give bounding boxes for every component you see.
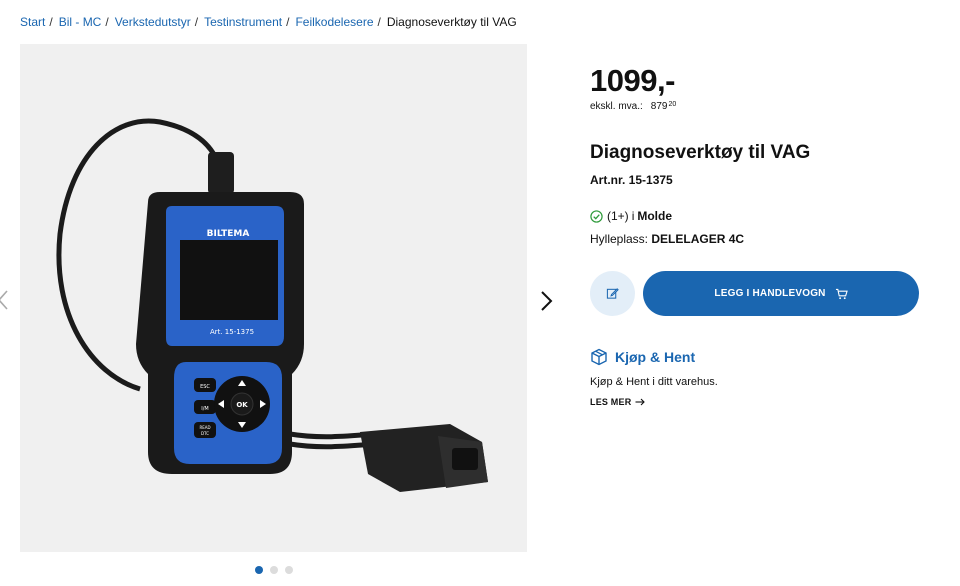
- breadcrumb-link-bil-mc[interactable]: Bil - MC: [59, 15, 102, 29]
- stock-status: (1+) i Molde: [590, 209, 930, 223]
- shelf-label: Hylleplass:: [590, 232, 649, 246]
- breadcrumb-link-feilkodelesere[interactable]: Feilkodelesere: [295, 15, 373, 29]
- purchase-actions: LEGG I HANDLEVOGN: [590, 271, 919, 316]
- read-more-link[interactable]: LES MER: [590, 397, 930, 407]
- device-esc-label: ESC: [200, 384, 210, 390]
- click-and-collect-description: Kjøp & Hent i ditt varehus.: [590, 376, 718, 388]
- gallery-pagination: [255, 566, 293, 574]
- shopping-cart-icon: [835, 288, 848, 299]
- device-dtc-label: DTC: [201, 431, 209, 436]
- breadcrumb: Start / Bil - MC / Verkstedutstyr / Test…: [20, 15, 517, 29]
- add-to-cart-button[interactable]: LEGG I HANDLEVOGN: [643, 271, 919, 316]
- read-more-label: LES MER: [590, 397, 632, 407]
- ex-vat-label: ekskl. mva.:: [590, 101, 643, 112]
- product-image-gallery[interactable]: BILTEMA Art. 15-1375 ESC I/M READ DTC OK: [20, 44, 527, 552]
- click-and-collect: Kjøp & Hent Kjøp & Hent i ditt varehus. …: [590, 348, 930, 407]
- ex-vat-value: 879: [650, 101, 668, 112]
- add-to-list-button[interactable]: [590, 271, 635, 316]
- pencil-edit-icon: [606, 288, 619, 299]
- price-ex-vat: ekskl. mva.: 879 20: [590, 101, 930, 112]
- gallery-dot-1[interactable]: [255, 566, 263, 574]
- breadcrumb-link-start[interactable]: Start: [20, 15, 45, 29]
- gallery-prev-arrow-icon[interactable]: [0, 288, 10, 312]
- device-brand-label: BILTEMA: [207, 229, 250, 239]
- breadcrumb-separator: /: [105, 15, 109, 29]
- arrow-right-icon: [635, 398, 646, 406]
- shelf-location: Hylleplass: DELELAGER 4C: [590, 232, 930, 246]
- gallery-dot-2[interactable]: [270, 566, 278, 574]
- breadcrumb-link-verkstedutstyr[interactable]: Verkstedutstyr: [115, 15, 191, 29]
- click-and-collect-title: Kjøp & Hent: [615, 349, 696, 365]
- stock-store-name[interactable]: Molde: [637, 209, 672, 223]
- click-and-collect-header: Kjøp & Hent: [590, 348, 930, 366]
- article-number: Art.nr. 15-1375: [590, 173, 673, 187]
- breadcrumb-separator: /: [194, 15, 199, 29]
- check-circle-icon: [590, 209, 603, 223]
- breadcrumb-separator: /: [286, 15, 290, 29]
- gallery-next-arrow-icon[interactable]: [538, 289, 556, 313]
- stock-preposition: i: [631, 209, 635, 223]
- ex-vat-decimals: 20: [668, 101, 677, 108]
- shelf-value: DELELAGER 4C: [651, 232, 745, 246]
- breadcrumb-separator: /: [49, 15, 53, 29]
- device-read-label: READ: [199, 425, 210, 430]
- breadcrumb-separator: /: [377, 15, 381, 29]
- breadcrumb-current: Diagnoseverktøy til VAG: [386, 15, 517, 29]
- gallery-dot-3[interactable]: [285, 566, 293, 574]
- add-to-cart-label: LEGG I HANDLEVOGN: [714, 288, 826, 299]
- product-title: Diagnoseverktøy til VAG: [590, 142, 811, 163]
- product-info: 1099,- ekskl. mva.: 879 20 Diagnoseverkt…: [590, 63, 930, 247]
- device-ok-label: OK: [236, 401, 248, 409]
- product-image-obd-scanner: BILTEMA Art. 15-1375 ESC I/M READ DTC OK: [56, 118, 488, 492]
- package-box-icon: [591, 348, 607, 366]
- device-im-label: I/M: [201, 406, 208, 412]
- product-price: 1099,-: [590, 63, 675, 98]
- stock-count: (1+): [607, 209, 629, 223]
- device-article-label: Art. 15-1375: [210, 328, 254, 336]
- breadcrumb-link-testinstrument[interactable]: Testinstrument: [204, 15, 282, 29]
